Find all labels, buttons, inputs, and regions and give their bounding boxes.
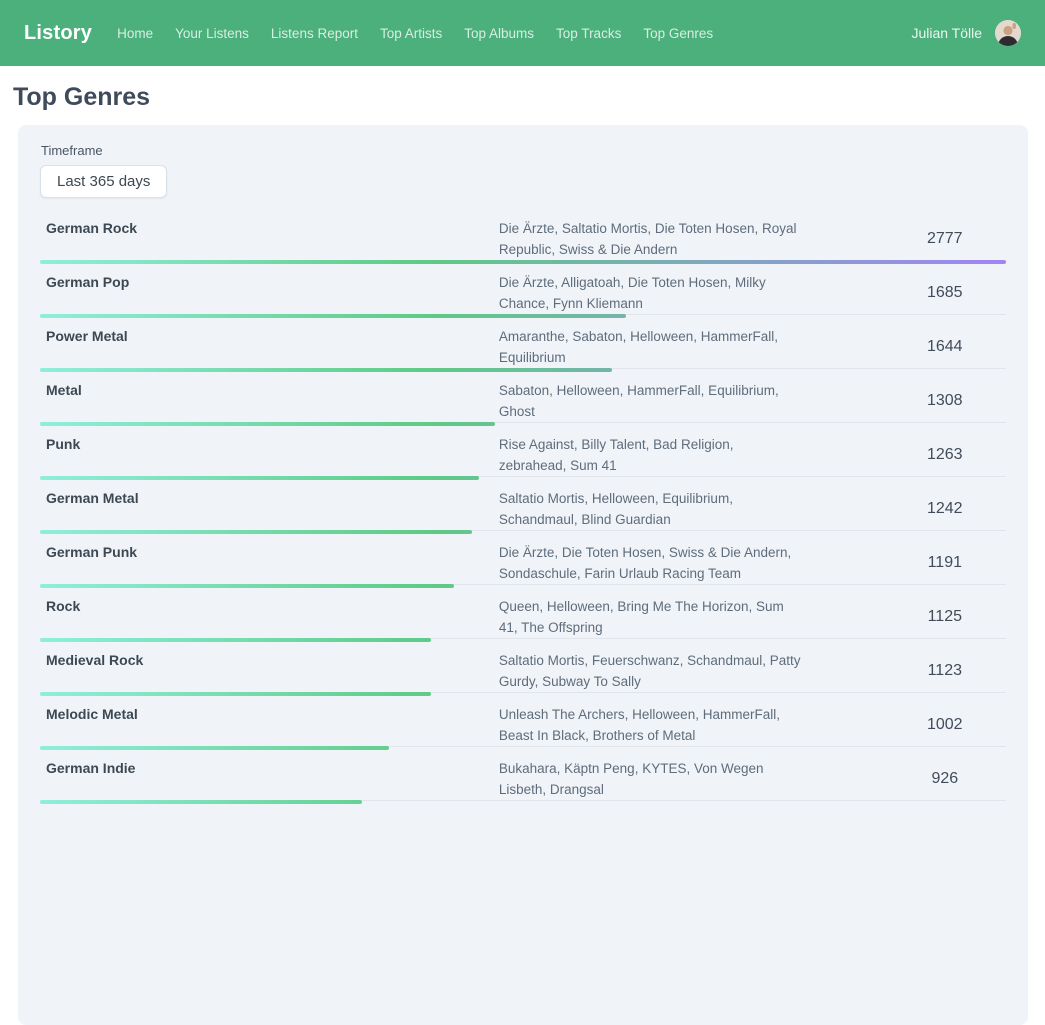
genre-row: Punk Rise Against, Billy Talent, Bad Rel… xyxy=(40,426,1006,480)
app-brand[interactable]: Listory xyxy=(24,22,92,45)
genre-row: German Rock Die Ärzte, Saltatio Mortis, … xyxy=(40,210,1006,264)
genre-artists: Saltatio Mortis, Helloween, Equilibrium,… xyxy=(499,488,818,530)
genre-row: German Pop Die Ärzte, Alligatoah, Die To… xyxy=(40,264,1006,318)
genre-row: Medieval Rock Saltatio Mortis, Feuerschw… xyxy=(40,642,1006,696)
timeframe-label: Timeframe xyxy=(41,143,1006,158)
nav-link-top-tracks[interactable]: Top Tracks xyxy=(556,26,621,41)
genre-listen-count: 1308 xyxy=(818,392,1006,410)
genre-listen-count: 926 xyxy=(818,770,1006,788)
timeframe-select-button[interactable]: Last 365 days xyxy=(40,165,167,198)
genre-row: Metal Sabaton, Helloween, HammerFall, Eq… xyxy=(40,372,1006,426)
main-content: Top Genres Timeframe Last 365 days Germa… xyxy=(0,83,1045,1025)
genre-listen-count: 1125 xyxy=(818,608,1006,626)
navbar: Listory Home Your Listens Listens Report To… xyxy=(0,0,1045,66)
genre-name: Rock xyxy=(40,596,499,617)
genre-listen-count: 1263 xyxy=(818,446,1006,464)
nav-link-top-albums[interactable]: Top Albums xyxy=(464,26,534,41)
nav-link-home[interactable]: Home xyxy=(117,26,153,41)
genre-name: Power Metal xyxy=(40,326,499,347)
genre-row: German Punk Die Ärzte, Die Toten Hosen, … xyxy=(40,534,1006,588)
genre-artists: Unleash The Archers, Helloween, HammerFa… xyxy=(499,704,818,746)
genre-listen-count: 1685 xyxy=(818,284,1006,302)
genre-name: Medieval Rock xyxy=(40,650,499,671)
genre-row: Rock Queen, Helloween, Bring Me The Hori… xyxy=(40,588,1006,642)
nav-link-listens-report[interactable]: Listens Report xyxy=(271,26,358,41)
genre-listen-count: 2777 xyxy=(818,230,1006,248)
genre-artists: Die Ärzte, Die Toten Hosen, Swiss & Die … xyxy=(499,542,818,584)
genre-row: Melodic Metal Unleash The Archers, Hello… xyxy=(40,696,1006,750)
genre-row: Power Metal Amaranthe, Sabaton, Hellowee… xyxy=(40,318,1006,372)
user-name: Julian Tölle xyxy=(911,25,982,41)
genres-table: German Rock Die Ärzte, Saltatio Mortis, … xyxy=(40,210,1006,804)
genre-name: German Punk xyxy=(40,542,499,563)
genre-name: German Rock xyxy=(40,218,499,239)
nav-link-top-artists[interactable]: Top Artists xyxy=(380,26,442,41)
timeframe-filter: Timeframe Last 365 days xyxy=(40,143,1006,198)
top-genres-card: Timeframe Last 365 days German Rock Die … xyxy=(18,125,1028,1025)
genre-artists: Bukahara, Käptn Peng, KYTES, Von Wegen L… xyxy=(499,758,818,800)
genre-name: Melodic Metal xyxy=(40,704,499,725)
genre-artists: Saltatio Mortis, Feuerschwanz, Schandmau… xyxy=(499,650,818,692)
genre-listen-count: 1123 xyxy=(818,662,1006,680)
genre-listen-count: 1191 xyxy=(818,554,1006,572)
genre-artists: Queen, Helloween, Bring Me The Horizon, … xyxy=(499,596,818,638)
genre-name: German Pop xyxy=(40,272,499,293)
genre-artists: Amaranthe, Sabaton, Helloween, HammerFal… xyxy=(499,326,818,368)
genre-name: Metal xyxy=(40,380,499,401)
genre-bar-track xyxy=(40,800,1006,804)
nav-link-your-listens[interactable]: Your Listens xyxy=(175,26,249,41)
genre-artists: Die Ärzte, Saltatio Mortis, Die Toten Ho… xyxy=(499,218,818,260)
genre-listen-count: 1644 xyxy=(818,338,1006,356)
page-title: Top Genres xyxy=(13,83,1045,112)
genre-name: German Indie xyxy=(40,758,499,779)
genre-bar xyxy=(40,800,362,804)
genre-name: German Metal xyxy=(40,488,499,509)
user-avatar[interactable] xyxy=(995,20,1021,46)
genre-artists: Sabaton, Helloween, HammerFall, Equilibr… xyxy=(499,380,818,422)
genre-listen-count: 1242 xyxy=(818,500,1006,518)
genre-listen-count: 1002 xyxy=(818,716,1006,734)
user-menu[interactable]: Julian Tölle xyxy=(911,20,1021,46)
genre-artists: Die Ärzte, Alligatoah, Die Toten Hosen, … xyxy=(499,272,818,314)
genre-row: German Metal Saltatio Mortis, Helloween,… xyxy=(40,480,1006,534)
avatar-photo-icon xyxy=(995,20,1021,46)
genre-name: Punk xyxy=(40,434,499,455)
genre-artists: Rise Against, Billy Talent, Bad Religion… xyxy=(499,434,818,476)
nav-link-top-genres[interactable]: Top Genres xyxy=(643,26,713,41)
nav-links: Home Your Listens Listens Report Top Artist… xyxy=(106,26,724,41)
